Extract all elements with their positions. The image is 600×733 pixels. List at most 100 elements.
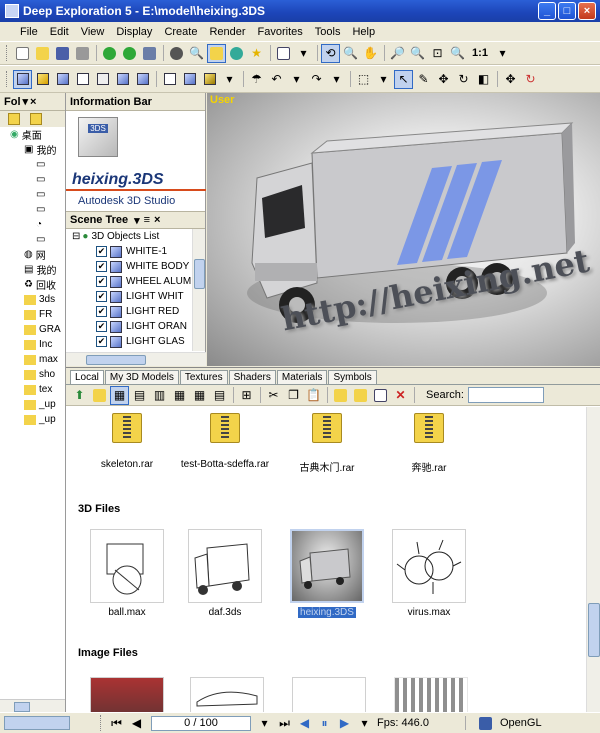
dropdown-chevron-icon[interactable]: ▾ [493, 44, 512, 63]
favorites-star-icon[interactable]: ★ [247, 44, 266, 63]
paste-icon[interactable]: 📋 [304, 386, 323, 405]
print-icon[interactable] [73, 44, 92, 63]
dropdown-chevron-icon[interactable]: ▾ [294, 44, 313, 63]
zoom-out-icon[interactable]: 🔍 [408, 44, 427, 63]
toolbar-grip[interactable] [100, 715, 103, 731]
horizontal-scrollbar[interactable] [66, 352, 206, 366]
folder-icon[interactable] [8, 113, 20, 125]
zoom-window-icon[interactable]: 🔍 [448, 44, 467, 63]
file-item[interactable]: test-Botta-sdeffa.rar [180, 407, 270, 470]
file-item-selected[interactable]: heixing.3DS [282, 529, 372, 618]
scroll-thumb[interactable] [194, 259, 205, 289]
menu-view[interactable]: View [75, 26, 111, 38]
shaded-cube-icon[interactable] [13, 69, 32, 89]
tab-materials[interactable]: Materials [276, 370, 328, 384]
group-icon[interactable]: ⊞ [237, 386, 256, 405]
pause-icon[interactable]: ⏸ [315, 714, 334, 733]
folder-icon[interactable] [30, 113, 42, 125]
scroll-thumb[interactable] [588, 603, 600, 657]
tab-my-3d-models[interactable]: My 3D Models [104, 370, 179, 384]
visibility-checkbox[interactable]: ✔ [96, 291, 107, 302]
box-cube-icon[interactable] [113, 70, 132, 89]
select-arrow-icon[interactable]: ↖ [394, 69, 413, 89]
grid-view-icon[interactable]: ▦ [190, 386, 209, 405]
cut-icon[interactable]: ✂ [264, 386, 283, 405]
tree-item[interactable]: ▣ 我的 [10, 142, 65, 157]
toolbar-grip[interactable] [6, 71, 9, 87]
tree-item-folder[interactable]: sho [10, 367, 65, 382]
back-icon[interactable] [100, 44, 119, 63]
textured-cube-icon[interactable] [33, 70, 52, 89]
visibility-checkbox[interactable]: ✔ [96, 246, 107, 257]
menu-tools[interactable]: Tools [309, 26, 347, 38]
3d-viewport[interactable]: User http://heixing.net [207, 93, 600, 366]
details-view-icon[interactable]: ▦ [170, 386, 189, 405]
maximize-button[interactable]: □ [558, 2, 576, 20]
view-mode-icon[interactable] [274, 44, 293, 63]
up-arrow-icon[interactable]: ⬆ [70, 386, 89, 405]
open-folder-icon[interactable] [90, 386, 109, 405]
move-gizmo-icon[interactable]: ✥ [501, 70, 520, 89]
list-icon[interactable]: ≡ [144, 214, 150, 226]
tab-symbols[interactable]: Symbols [328, 370, 377, 384]
menu-render[interactable]: Render [203, 26, 251, 38]
delete-icon[interactable]: ✕ [391, 386, 410, 405]
tree-item-desktop[interactable]: ◉ 桌面 [10, 127, 65, 142]
visibility-checkbox[interactable]: ✔ [96, 321, 107, 332]
dropdown-chevron-icon[interactable]: ▾ [287, 70, 306, 89]
renderer-icon[interactable] [476, 714, 495, 733]
new-file-icon[interactable] [13, 44, 32, 63]
tree-item[interactable]: ▭ [10, 202, 65, 217]
menu-edit[interactable]: Edit [44, 26, 75, 38]
tree-item[interactable]: ◔ [10, 217, 65, 232]
close-icon[interactable]: × [30, 96, 36, 108]
vertical-scrollbar[interactable] [586, 407, 600, 713]
scene-object[interactable]: ✔ LIGHT RED [66, 304, 205, 319]
flat-cube-icon[interactable] [53, 70, 72, 89]
menu-help[interactable]: Help [346, 26, 381, 38]
stop-icon[interactable] [167, 44, 186, 63]
normals-cube-icon[interactable] [180, 70, 199, 89]
scroll-thumb[interactable] [14, 702, 30, 712]
tree-item-folder[interactable]: max [10, 352, 65, 367]
list-view-icon[interactable]: ▥ [150, 386, 169, 405]
tree-item-folder[interactable]: GRA [10, 322, 65, 337]
tab-local[interactable]: Local [70, 370, 104, 384]
scene-object[interactable]: ✔ LIGHT WHIT [66, 289, 205, 304]
file-item[interactable]: skeleton.rar [82, 407, 172, 470]
refresh-icon[interactable] [227, 44, 246, 63]
tab-textures[interactable]: Textures [179, 370, 228, 384]
vertical-scrollbar[interactable] [192, 229, 205, 351]
scene-object[interactable]: ✔ WHITE BODY [66, 259, 205, 274]
menu-create[interactable]: Create [158, 26, 203, 38]
image-thumbnail[interactable] [394, 677, 468, 713]
tree-item-folder[interactable]: 3ds [10, 292, 65, 307]
tree-item-folder[interactable]: _up [10, 412, 65, 427]
menu-display[interactable]: Display [110, 26, 158, 38]
grid-cube-icon[interactable] [160, 70, 179, 89]
scene-object[interactable]: ✔ WHEEL ALUM [66, 274, 205, 289]
tiles-view-icon[interactable]: ▤ [130, 386, 149, 405]
scene-tree-root[interactable]: ⊟ ● 3D Objects List [66, 229, 205, 244]
hidden-line-cube-icon[interactable] [93, 70, 112, 89]
dropdown-chevron-icon[interactable]: ▾ [255, 714, 274, 733]
rotate-view-icon[interactable]: ⟲ [321, 43, 340, 63]
move-icon[interactable]: ✥ [434, 70, 453, 89]
frame-counter[interactable]: 0 / 100 [151, 715, 251, 731]
visibility-checkbox[interactable]: ✔ [96, 306, 107, 317]
file-item[interactable]: 古典木门.rar [282, 407, 372, 474]
undo-icon[interactable]: ↶ [267, 70, 286, 89]
close-button[interactable]: × [578, 2, 596, 20]
tree-item-recycle[interactable]: ♻ 回收 [10, 277, 65, 292]
search-icon[interactable]: 🔍 [187, 44, 206, 63]
visibility-checkbox[interactable]: ✔ [96, 276, 107, 287]
dropdown-chevron-icon[interactable]: ▾ [220, 70, 239, 89]
tree-item-folder[interactable]: Inc [10, 337, 65, 352]
scale-icon[interactable]: ◧ [474, 70, 493, 89]
selection-box-icon[interactable]: ⬚ [354, 70, 373, 89]
tab-shaders[interactable]: Shaders [228, 370, 276, 384]
chevron-down-icon[interactable]: ▾ [23, 95, 29, 108]
close-icon[interactable]: × [154, 214, 160, 226]
status-scroll[interactable] [4, 716, 70, 730]
visibility-checkbox[interactable]: ✔ [96, 261, 107, 272]
